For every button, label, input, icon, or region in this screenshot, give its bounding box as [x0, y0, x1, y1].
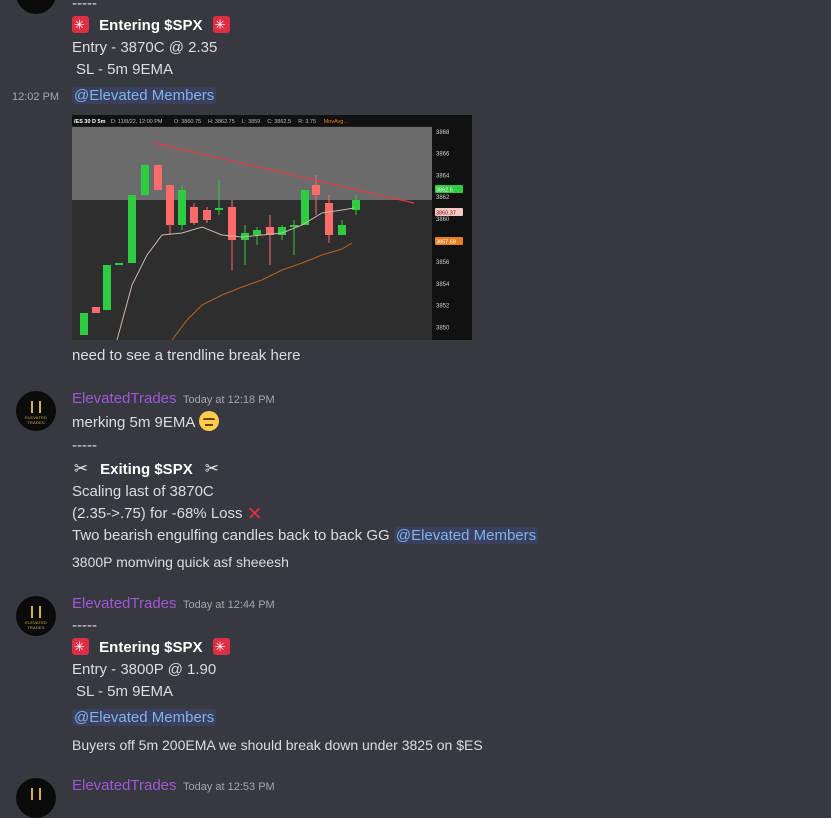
- candle-body: [103, 265, 111, 310]
- candle-body: [228, 207, 236, 240]
- exiting-label: Exiting $SPX: [100, 461, 193, 478]
- entry-line: Entry - 3800P @ 1.90: [72, 661, 217, 678]
- chart-header-field: O: 3860.75: [174, 119, 201, 125]
- chart-header-field: /ES 30 D 5m: [74, 119, 106, 125]
- role-mention[interactable]: @Elevated Members: [393, 527, 539, 544]
- sl-line: SL - 5m 9EMA: [76, 61, 173, 78]
- chart-tick-label: 3860: [436, 217, 450, 223]
- entering-line: Entering $SPX: [72, 637, 230, 658]
- entering-label: Entering $SPX: [99, 639, 203, 656]
- loss-text: (2.35->.75) for -68% Loss: [72, 505, 243, 522]
- entering-line: Entering $SPX: [72, 15, 230, 36]
- candle-body: [178, 190, 186, 225]
- chart-tick-label: 3868: [436, 130, 450, 136]
- siren-icon: [72, 637, 89, 657]
- caption-line: need to see a trendline break here: [72, 347, 301, 364]
- chart-tick-label: 3866: [436, 152, 450, 158]
- logo-building-icon: [31, 788, 41, 800]
- siren-icon: [212, 637, 230, 657]
- username[interactable]: ElevatedTrades: [72, 777, 177, 794]
- avatar[interactable]: ELEVATED TRADES: [16, 391, 56, 431]
- message-timestamp: Today at 12:53 PM: [183, 781, 275, 793]
- chart-header-study: MovAvg...: [324, 119, 349, 125]
- candle-body: [128, 195, 136, 263]
- chart-shaded-zone: [72, 127, 432, 200]
- candle-body: [80, 313, 88, 335]
- chart-tick-label: 3852: [436, 304, 450, 310]
- candle-body: [338, 225, 346, 235]
- candle-body: [203, 210, 211, 220]
- dashes: -----: [72, 617, 97, 634]
- candle-body: [325, 203, 333, 235]
- candle-body: [92, 307, 100, 313]
- chart-image[interactable]: /ES 30 D 5m D: 11/8/22, 12:00 PM O: 3860.7…: [72, 115, 472, 340]
- message-timestamp: Today at 12:18 PM: [183, 394, 275, 406]
- chart-header-field: L: 3859: [242, 119, 260, 125]
- chart-tick-label: 3856: [436, 260, 450, 266]
- username[interactable]: ElevatedTrades: [72, 390, 177, 407]
- chart-plot-area: [72, 200, 432, 340]
- chart-header-field: C: 3862.5: [267, 119, 291, 125]
- username[interactable]: ElevatedTrades: [72, 595, 177, 612]
- avatar[interactable]: [16, 0, 56, 14]
- mention-line: @Elevated Members: [72, 86, 217, 106]
- scissors-icon: ✂: [204, 459, 219, 478]
- mention-line: @Elevated Members: [72, 708, 217, 728]
- merking-text: merking 5m 9EMA: [72, 414, 195, 431]
- chart-tick-label: 3854: [436, 282, 450, 288]
- chart-tick-label: 3850: [436, 325, 450, 331]
- candle-body: [312, 185, 320, 195]
- logo-building-icon: [31, 401, 41, 413]
- candle-body: [253, 230, 261, 235]
- logo-building-icon: [31, 606, 41, 618]
- message-timestamp: Today at 12:44 PM: [183, 599, 275, 611]
- entering-label: Entering $SPX: [99, 17, 203, 34]
- bearish-line: Two bearish engulfing candles back to ba…: [72, 526, 539, 546]
- avatar-label: ELEVATED TRADES: [25, 415, 47, 425]
- avatar[interactable]: [16, 778, 56, 818]
- candle-body: [166, 185, 174, 225]
- loss-line: (2.35->.75) for -68% Loss ✕: [72, 504, 263, 525]
- role-mention[interactable]: @Elevated Members: [72, 709, 217, 726]
- scissors-icon: ✂: [73, 459, 89, 478]
- dashes: -----: [72, 0, 97, 12]
- put-line: 3800P momving quick asf sheeesh: [72, 554, 289, 570]
- chart-price-label: 3862.5: [436, 188, 453, 194]
- dashes: -----: [72, 437, 97, 454]
- chart-header-field: D: 11/8/22, 12:00 PM: [111, 119, 163, 125]
- exiting-line: ✂ Exiting $SPX ✂: [72, 459, 221, 480]
- message-timestamp: 12:02 PM: [12, 91, 60, 103]
- chart-price-label: 3857.69: [436, 240, 456, 246]
- buyers-line: Buyers off 5m 200EMA we should break dow…: [72, 737, 483, 753]
- role-mention[interactable]: @Elevated Members: [72, 87, 217, 104]
- candlestick-chart: /ES 30 D 5m D: 11/8/22, 12:00 PM O: 3860.7…: [72, 115, 472, 340]
- siren-icon: [72, 15, 89, 35]
- chart-price-label: 3860.37: [436, 211, 456, 217]
- candle-body: [301, 190, 309, 225]
- chart-header-field: H: 3862.75: [208, 119, 235, 125]
- cross-mark-icon: ✕: [246, 504, 263, 525]
- chart-tick-label: 3864: [436, 173, 450, 179]
- siren-icon: [212, 15, 230, 35]
- chart-header-field: R: 3.75: [298, 119, 316, 125]
- candle-body: [215, 208, 223, 210]
- candle-body: [278, 227, 286, 235]
- avatar-label: ELEVATED TRADES: [25, 620, 47, 630]
- pensive-face-icon: [198, 411, 219, 431]
- scaling-line: Scaling last of 3870C: [72, 483, 214, 500]
- candle-body: [141, 165, 149, 195]
- bearish-text: Two bearish engulfing candles back to ba…: [72, 527, 390, 544]
- candle-body: [115, 263, 123, 265]
- avatar[interactable]: ELEVATED TRADES: [16, 596, 56, 636]
- candle-body: [154, 165, 162, 190]
- chart-tick-label: 3862: [436, 195, 450, 201]
- candle-body: [190, 207, 198, 223]
- message-line: merking 5m 9EMA: [72, 411, 219, 433]
- sl-line: SL - 5m 9EMA: [76, 683, 173, 700]
- entry-line: Entry - 3870C @ 2.35: [72, 39, 218, 56]
